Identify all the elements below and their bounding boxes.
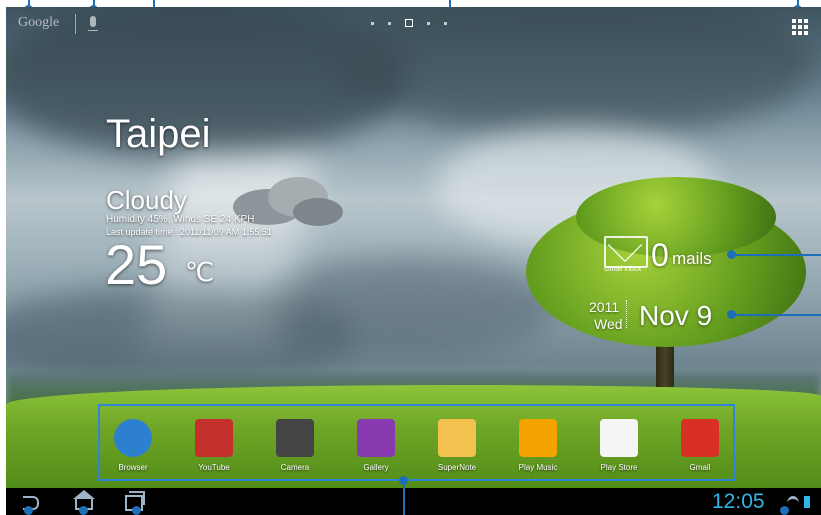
dock-app-label: Camera [280, 463, 310, 472]
date-year: 2011 [589, 299, 620, 315]
dock-app-label: Play Store [600, 463, 638, 472]
date-main: Nov 9 [639, 300, 713, 331]
page-dot [371, 21, 374, 25]
inbox-label: Gmail Inbox [604, 266, 642, 273]
notebook-icon [438, 419, 476, 457]
temperature-unit: ℃ [185, 257, 215, 287]
weather-temperature: 25 [105, 233, 168, 296]
callout-dot [24, 506, 33, 515]
page-indicator [371, 19, 447, 27]
callout-line [733, 314, 821, 316]
callout-line [733, 254, 821, 256]
mail-label: mails [672, 249, 712, 268]
dock-app-label: Gallery [363, 463, 389, 472]
callout-dot [727, 310, 736, 319]
page-dot [444, 21, 447, 25]
dock-app-label: SuperNote [437, 463, 477, 472]
headphones-icon [519, 419, 557, 457]
dock-app-play-music[interactable]: Play Music [508, 419, 568, 472]
dock-app-play-store[interactable]: Play Store [589, 419, 649, 472]
envelope-icon [604, 236, 648, 268]
date-weekday: Wed [594, 316, 623, 332]
gmail-icon [681, 419, 719, 457]
globe-icon [114, 419, 152, 457]
dock-app-camera[interactable]: Camera [265, 419, 325, 472]
callout-line [403, 481, 405, 515]
dock-app-label: YouTube [198, 463, 230, 472]
callout-dot [780, 506, 789, 515]
dock-app-supernote[interactable]: SuperNote [427, 419, 487, 472]
tablet-home-screen: Google Taipei Cloudy Humidity 45%, Winds… [6, 7, 821, 515]
page-dot-active [405, 19, 413, 27]
gallery-icon [357, 419, 395, 457]
weather-city: Taipei [106, 112, 211, 156]
mail-count: 0 [651, 237, 669, 273]
camera-icon [276, 419, 314, 457]
dock-app-gmail[interactable]: Gmail [670, 419, 730, 472]
status-clock[interactable]: 12:05 [712, 490, 765, 514]
microphone-stand-icon [88, 27, 98, 31]
page-dot [388, 21, 391, 25]
dock-app-label: Gmail [689, 463, 711, 472]
all-apps-icon[interactable] [792, 19, 808, 35]
battery-icon [804, 496, 810, 508]
callout-dot [727, 250, 736, 259]
weather-details: Humidity 45%, Winds SE 24 KPH [106, 214, 255, 225]
youtube-icon [195, 419, 233, 457]
page-dot [427, 21, 430, 25]
callout-dot [399, 476, 408, 485]
weather-condition: Cloudy [106, 185, 187, 215]
date-divider [626, 300, 628, 328]
shopping-bag-icon [600, 419, 638, 457]
dock-app-browser[interactable]: Browser [103, 419, 163, 472]
wallpaper-cloud [256, 257, 556, 357]
dock-app-gallery[interactable]: Gallery [346, 419, 406, 472]
search-divider [75, 14, 76, 34]
dock-app-label: Play Music [518, 463, 558, 472]
dock-app-label: Browser [118, 463, 148, 472]
callout-dot [132, 506, 141, 515]
callout-dot [79, 506, 88, 515]
dock-app-youtube[interactable]: YouTube [184, 419, 244, 472]
google-search-logo[interactable]: Google [18, 15, 59, 31]
microphone-icon[interactable] [90, 16, 96, 27]
